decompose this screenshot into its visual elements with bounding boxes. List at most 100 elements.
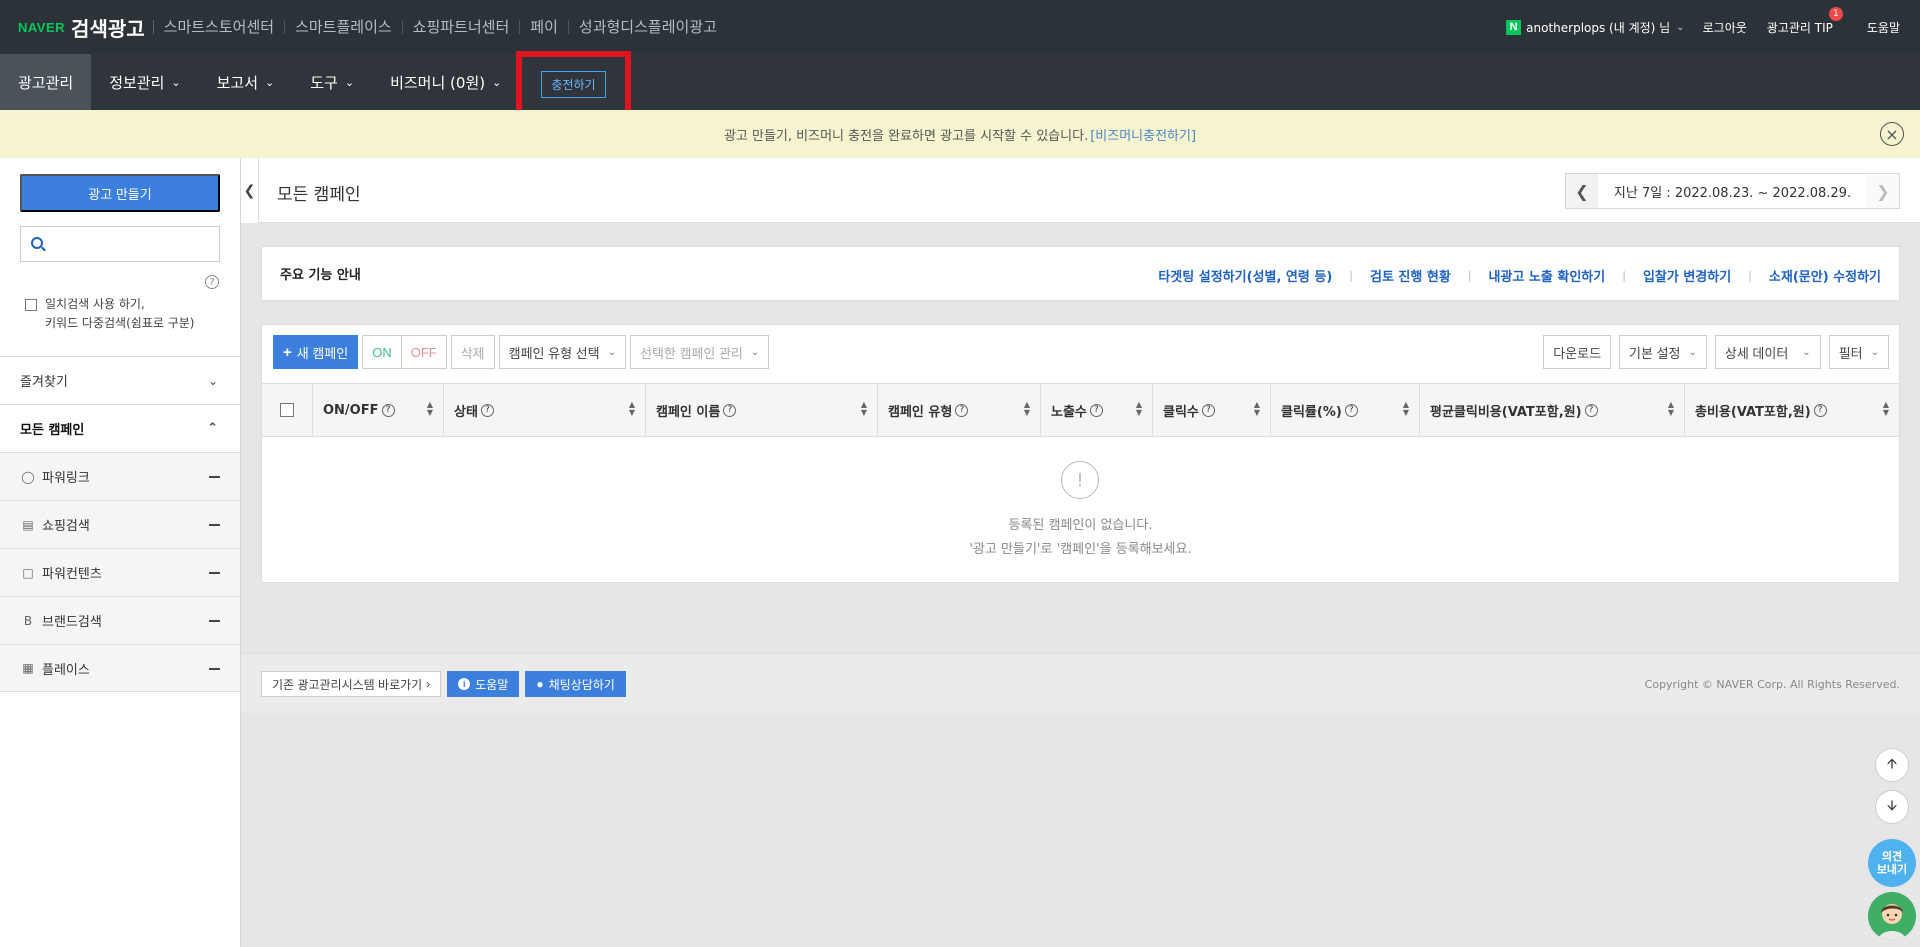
help-icon[interactable]: ? (1584, 403, 1598, 417)
column-clicks[interactable]: 클릭수 ? ▲ ▼ (1153, 384, 1271, 436)
guide-link-ad-exposure[interactable]: 내광고 노출 확인하기 (1489, 266, 1606, 285)
campaign-search-input[interactable] (20, 226, 220, 262)
minus-icon[interactable] (209, 524, 220, 526)
link-smartplace[interactable]: 스마트플레이스 (284, 20, 402, 35)
scroll-down-button[interactable]: 🡫 (1875, 790, 1909, 824)
help-link[interactable]: 도움말 (1867, 19, 1900, 36)
create-ad-button[interactable]: 광고 만들기 (20, 174, 220, 212)
bizmoney-charge-link[interactable]: [비즈머니충전하기] (1090, 125, 1196, 144)
charge-button[interactable]: 충전하기 (541, 70, 606, 98)
chatbot-avatar-button[interactable] (1868, 892, 1916, 940)
sidebar-item-powerlink[interactable]: ◯ 파워링크 (0, 452, 240, 500)
exact-match-checkbox[interactable]: 일치검색 사용 하기, 키워드 다중검색(쉼표로 구분) (25, 295, 194, 333)
favorites-section[interactable]: 즐겨찾기 ⌄ (0, 356, 240, 404)
help-icon[interactable]: ? (205, 275, 219, 289)
arrow-up-icon: 🡩 (1886, 756, 1898, 772)
help-icon[interactable]: ? (480, 403, 494, 417)
sort-icon[interactable]: ▲ ▼ (427, 401, 433, 417)
minus-icon[interactable] (209, 476, 220, 478)
ad-tip-link[interactable]: 광고관리 TIP 1 (1767, 6, 1843, 36)
footer-help-button[interactable]: i 도움말 (447, 671, 520, 697)
delete-button[interactable]: 삭제 (450, 335, 495, 369)
help-icon[interactable]: ? (955, 403, 969, 417)
sidebar-item-powercontents[interactable]: □ 파워컨텐츠 (0, 548, 240, 596)
nav-info-management[interactable]: 정보관리 ⌄ (91, 54, 198, 110)
link-pay[interactable]: 페이 (519, 20, 568, 35)
chevron-down-icon: ⌄ (607, 346, 616, 358)
column-status[interactable]: 상태 ? ▲ ▼ (444, 384, 646, 436)
guide-link-targeting[interactable]: 타겟팅 설정하기(성별, 연령 등) (1158, 266, 1332, 285)
help-icon[interactable]: ? (1813, 403, 1827, 417)
off-button[interactable]: OFF (401, 335, 447, 369)
feedback-button[interactable]: 의견 보내기 (1868, 839, 1916, 887)
sort-icon[interactable]: ▲ ▼ (1254, 401, 1260, 417)
sidebar-item-place[interactable]: ▦ 플레이스 (0, 644, 240, 692)
column-onoff[interactable]: ON/OFF ? ▲ ▼ (313, 384, 444, 436)
naver-search-ad-logo[interactable]: NAVER 검색광고 (18, 13, 145, 42)
minus-icon[interactable] (209, 572, 220, 574)
column-impressions[interactable]: 노출수 ? ▲ ▼ (1041, 384, 1153, 436)
feedback-line2: 보내기 (1876, 863, 1908, 876)
guide-link-edit-creative[interactable]: 소재(문안) 수정하기 (1769, 266, 1881, 285)
column-total-cost[interactable]: 총비용(VAT포함,원) ? ▲ ▼ (1685, 384, 1899, 436)
nav-reports[interactable]: 보고서 ⌄ (199, 54, 293, 110)
legacy-system-button[interactable]: 기존 광고관리시스템 바로가기 › (261, 671, 442, 697)
column-label: 클릭률(%) (1281, 404, 1342, 420)
date-range-label[interactable]: 지난 7일 : 2022.08.23. ~ 2022.08.29. (1598, 182, 1867, 201)
guide-link-review-status[interactable]: 검토 진행 현황 (1370, 266, 1451, 285)
on-button[interactable]: ON (362, 335, 402, 369)
nav-ad-management[interactable]: 광고관리 (0, 54, 92, 110)
chat-consult-button[interactable]: ● 채팅상담하기 (525, 671, 626, 697)
detail-data-select[interactable]: 상세 데이터 ⌄ (1714, 335, 1821, 369)
guide-link-bid-change[interactable]: 입찰가 변경하기 (1643, 266, 1731, 285)
help-icon[interactable]: ? (1344, 403, 1358, 417)
help-icon[interactable]: ? (723, 403, 737, 417)
sidebar-collapse-toggle[interactable]: ❮ (241, 158, 259, 223)
nav-tools[interactable]: 도구 ⌄ (292, 54, 372, 110)
next-period-button[interactable]: ❯ (1867, 174, 1899, 208)
campaign-type-select[interactable]: 캠페인 유형 선택 ⌄ (498, 335, 626, 369)
chevron-down-icon: ⌄ (207, 373, 218, 388)
download-button[interactable]: 다운로드 (1543, 335, 1612, 369)
prev-period-button[interactable]: ❮ (1566, 174, 1598, 208)
sidebar-item-brandsearch[interactable]: B 브랜드검색 (0, 596, 240, 644)
all-campaigns-section[interactable]: 모든 캠페인 ⌃ (0, 404, 240, 452)
link-display-ads[interactable]: 성과형디스플레이광고 (567, 20, 727, 35)
filter-select[interactable]: 필터 ⌄ (1828, 335, 1889, 369)
chevron-down-icon: ⌄ (344, 75, 355, 89)
sort-icon[interactable]: ▲ ▼ (1668, 401, 1674, 417)
sort-icon[interactable]: ▲ ▼ (629, 401, 635, 417)
link-smartstore-center[interactable]: 스마트스토어센터 (152, 20, 284, 35)
column-avg-cpc[interactable]: 평균클릭비용(VAT포함,원) ? ▲ ▼ (1420, 384, 1685, 436)
manage-selected-select[interactable]: 선택한 캠페인 관리 ⌄ (629, 335, 770, 369)
basic-setting-select[interactable]: 기본 설정 ⌄ (1619, 335, 1707, 369)
close-icon[interactable]: × (1880, 122, 1904, 146)
top-bar: NAVER 검색광고 스마트스토어센터 스마트플레이스 쇼핑파트너센터 페이 성… (0, 0, 1920, 54)
logout-link[interactable]: 로그아웃 (1703, 19, 1747, 36)
help-icon[interactable]: ? (1201, 403, 1215, 417)
minus-icon[interactable] (209, 620, 220, 622)
link-shopping-partner-center[interactable]: 쇼핑파트너센터 (401, 20, 520, 35)
sort-icon[interactable]: ▲ ▼ (1403, 401, 1409, 417)
help-icon[interactable]: ? (381, 403, 395, 417)
select-all-checkbox[interactable] (280, 403, 294, 417)
sort-icon[interactable]: ▲ ▼ (1883, 401, 1889, 417)
minus-icon[interactable] (209, 668, 220, 670)
column-campaign-name[interactable]: 캠페인 이름 ? ▲ ▼ (646, 384, 878, 436)
new-campaign-button[interactable]: + 새 캠페인 (273, 335, 359, 369)
sort-icon[interactable]: ▲ ▼ (1024, 401, 1030, 417)
column-ctr[interactable]: 클릭률(%) ? ▲ ▼ (1271, 384, 1420, 436)
scroll-up-button[interactable]: 🡩 (1875, 748, 1909, 782)
nav-label: 정보관리 (109, 73, 165, 92)
checkbox[interactable] (25, 299, 37, 311)
all-campaigns-label: 모든 캠페인 (20, 423, 85, 438)
account-menu[interactable]: N anotherplops (내 계정) 님 ⌄ (1506, 19, 1685, 36)
sort-icon[interactable]: ▲ ▼ (1136, 401, 1142, 417)
footer-buttons: 기존 광고관리시스템 바로가기 › i 도움말 ● 채팅상담하기 (261, 671, 632, 697)
sort-icon[interactable]: ▲ ▼ (861, 401, 867, 417)
help-icon[interactable]: ? (1089, 403, 1103, 417)
brand-title: 검색광고 (71, 16, 145, 41)
column-campaign-type[interactable]: 캠페인 유형 ? ▲ ▼ (878, 384, 1041, 436)
sidebar-item-shopping[interactable]: ▤ 쇼핑검색 (0, 500, 240, 548)
nav-bizmoney[interactable]: 비즈머니 (0원) ⌄ (372, 54, 519, 110)
